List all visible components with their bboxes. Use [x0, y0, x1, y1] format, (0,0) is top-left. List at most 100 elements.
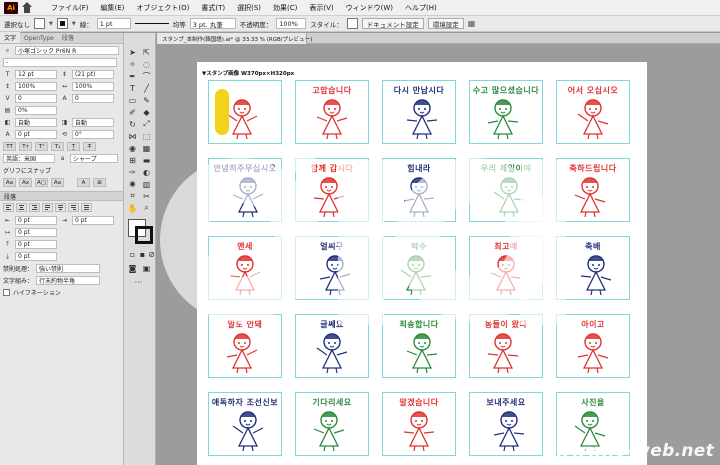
- leading-field[interactable]: (21 pt): [72, 70, 114, 79]
- menu-type[interactable]: 書式(T): [195, 3, 231, 13]
- menu-file[interactable]: ファイル(F): [45, 3, 95, 13]
- stamp-cell-13[interactable]: 박수: [382, 236, 456, 300]
- font-size-field[interactable]: 12 pt: [15, 70, 57, 79]
- stamp-cell-4[interactable]: 수고 많으셨습니다: [469, 80, 543, 144]
- justify-center-icon[interactable]: [55, 203, 66, 212]
- brush-definition-field[interactable]: 3 pt. 丸筆: [189, 18, 236, 29]
- gradient-tool-icon[interactable]: ▬: [141, 155, 152, 165]
- superscript-button[interactable]: T¹: [35, 142, 48, 151]
- stroke-color-icon[interactable]: [135, 226, 153, 244]
- tsume-field[interactable]: 0%: [15, 106, 57, 115]
- pen-tool-icon[interactable]: ✒: [127, 71, 138, 81]
- snap-proximity-button[interactable]: Aa: [51, 178, 64, 187]
- font-family-field[interactable]: 小塚ゴシック Pr6N R: [15, 46, 119, 55]
- mojikumi-field[interactable]: 行末約物半角: [36, 276, 101, 285]
- rectangle-tool-icon[interactable]: ▭: [127, 95, 138, 105]
- subscript-button[interactable]: T₁: [51, 142, 64, 151]
- home-icon[interactable]: [21, 1, 33, 14]
- strikethrough-button[interactable]: T̶: [83, 142, 96, 151]
- first-line-indent-field[interactable]: 0 pt: [15, 228, 57, 237]
- opacity-field[interactable]: 100%: [276, 18, 307, 29]
- stamp-cell-16[interactable]: 말도 안돼: [208, 314, 282, 378]
- menu-edit[interactable]: 編集(E): [95, 3, 131, 13]
- snap-baseline-button[interactable]: Aa: [3, 178, 16, 187]
- menu-select[interactable]: 選択(S): [231, 3, 267, 13]
- hyphenation-checkbox[interactable]: [3, 289, 10, 296]
- menu-effect[interactable]: 効果(C): [267, 3, 303, 13]
- mesh-tool-icon[interactable]: ⊞: [127, 155, 138, 165]
- justify-left-icon[interactable]: [42, 203, 53, 212]
- vertical-scale-field[interactable]: 100%: [15, 82, 57, 91]
- space-after-field[interactable]: 0 pt: [15, 252, 57, 261]
- shaper-tool-icon[interactable]: ✐: [127, 107, 138, 117]
- indent-left-field[interactable]: 0 pt: [15, 216, 57, 225]
- tab-paragraph[interactable]: 段落: [58, 32, 78, 43]
- width-tool-icon[interactable]: ⋈: [127, 131, 138, 141]
- stamp-cell-23[interactable]: 알겠습니다: [382, 392, 456, 456]
- tab-opentype[interactable]: OpenType: [20, 34, 58, 43]
- stamp-cell-7[interactable]: 함께 갑시다: [295, 158, 369, 222]
- baseline-field[interactable]: 0 pt: [15, 130, 57, 139]
- free-transform-tool-icon[interactable]: ⬚: [141, 131, 152, 141]
- snap-xheight-button[interactable]: Ax: [19, 178, 32, 187]
- stamp-cell-11[interactable]: 맨세: [208, 236, 282, 300]
- eraser-tool-icon[interactable]: ◆: [141, 107, 152, 117]
- align-right-icon[interactable]: [29, 203, 40, 212]
- paintbrush-tool-icon[interactable]: ✎: [141, 95, 152, 105]
- stamp-cell-9[interactable]: 우리 제일이야: [469, 158, 543, 222]
- none-swatch-icon[interactable]: ⊘: [146, 249, 157, 259]
- stroke-profile-preview[interactable]: [134, 23, 169, 24]
- stamp-cell-12[interactable]: 얼씨구: [295, 236, 369, 300]
- perspective-grid-tool-icon[interactable]: ▦: [141, 143, 152, 153]
- screen-mode-icon[interactable]: ▣: [141, 263, 152, 273]
- horizontal-scale-field[interactable]: 100%: [72, 82, 114, 91]
- rotation-field[interactable]: 0°: [72, 130, 114, 139]
- aki-left-field[interactable]: 自動: [15, 118, 57, 127]
- more-tools-icon[interactable]: ···: [133, 277, 144, 287]
- fill-swatch[interactable]: [34, 18, 45, 29]
- stamp-cell-3[interactable]: 다시 만납시다: [382, 80, 456, 144]
- document-setup-button[interactable]: ドキュメント設定: [361, 18, 424, 29]
- curvature-tool-icon[interactable]: ⌒: [141, 71, 152, 81]
- chevron-down-icon[interactable]: ▼: [72, 21, 76, 27]
- snap-center-button[interactable]: ⊞: [93, 178, 106, 187]
- kinsoku-field[interactable]: 強い禁則: [36, 264, 101, 273]
- chevron-down-icon[interactable]: ▼: [49, 21, 53, 27]
- blend-tool-icon[interactable]: ◐: [141, 167, 152, 177]
- stamp-cell-17[interactable]: 글쎄요: [295, 314, 369, 378]
- stamp-cell-1[interactable]: [208, 80, 282, 144]
- stroke-weight-field[interactable]: 1 pt: [96, 18, 131, 29]
- menu-object[interactable]: オブジェクト(O): [130, 3, 195, 13]
- all-caps-button[interactable]: TT: [3, 142, 16, 151]
- menu-window[interactable]: ウィンドウ(W): [340, 3, 399, 13]
- zoom-tool-icon[interactable]: ⌕: [141, 203, 152, 213]
- canvas-area[interactable]: ▼スタンプ画像 W370px×H320px 고맙습니다 다시 만납시다 수고 많으셨…: [157, 44, 720, 465]
- document-tab[interactable]: スタンプ_本制作(韓国語).ai* @ 33.33 % (RGB/プレビュー): [157, 33, 312, 44]
- slice-tool-icon[interactable]: ✂: [141, 191, 152, 201]
- graphic-style-swatch[interactable]: [346, 18, 358, 29]
- snap-bounds-button[interactable]: A▢: [35, 178, 48, 187]
- scale-tool-icon[interactable]: ⤢: [141, 119, 152, 129]
- magic-wand-tool-icon[interactable]: ✧: [127, 59, 138, 69]
- column-graph-tool-icon[interactable]: ▥: [141, 179, 152, 189]
- stamp-cell-5[interactable]: 어서 오십시오: [556, 80, 630, 144]
- preferences-button[interactable]: 環境設定: [427, 18, 464, 29]
- stamp-cell-14[interactable]: 최고예: [469, 236, 543, 300]
- language-field[interactable]: 英語：米国: [3, 154, 55, 163]
- stamp-cell-25[interactable]: 사진을: [556, 392, 630, 456]
- snap-angular-button[interactable]: A: [77, 178, 90, 187]
- artboard-tool-icon[interactable]: ⌗: [127, 191, 138, 201]
- brush-style-label[interactable]: 均等: [173, 19, 186, 29]
- stamp-cell-21[interactable]: 애독하자 조선신보: [208, 392, 282, 456]
- line-tool-icon[interactable]: ╱: [141, 83, 152, 93]
- stamp-cell-18[interactable]: 죄송합니다: [382, 314, 456, 378]
- stamp-cell-19[interactable]: 농들이 왔다: [469, 314, 543, 378]
- draw-mode-icon[interactable]: ◙: [127, 263, 138, 273]
- lasso-tool-icon[interactable]: ◌: [141, 59, 152, 69]
- hand-tool-icon[interactable]: ✋: [127, 203, 138, 213]
- kerning-field[interactable]: 0: [15, 94, 57, 103]
- tab-character[interactable]: 文字: [0, 32, 21, 43]
- small-caps-button[interactable]: Tт: [19, 142, 32, 151]
- justify-right-icon[interactable]: [68, 203, 79, 212]
- arrange-icon[interactable]: ▦: [468, 19, 476, 28]
